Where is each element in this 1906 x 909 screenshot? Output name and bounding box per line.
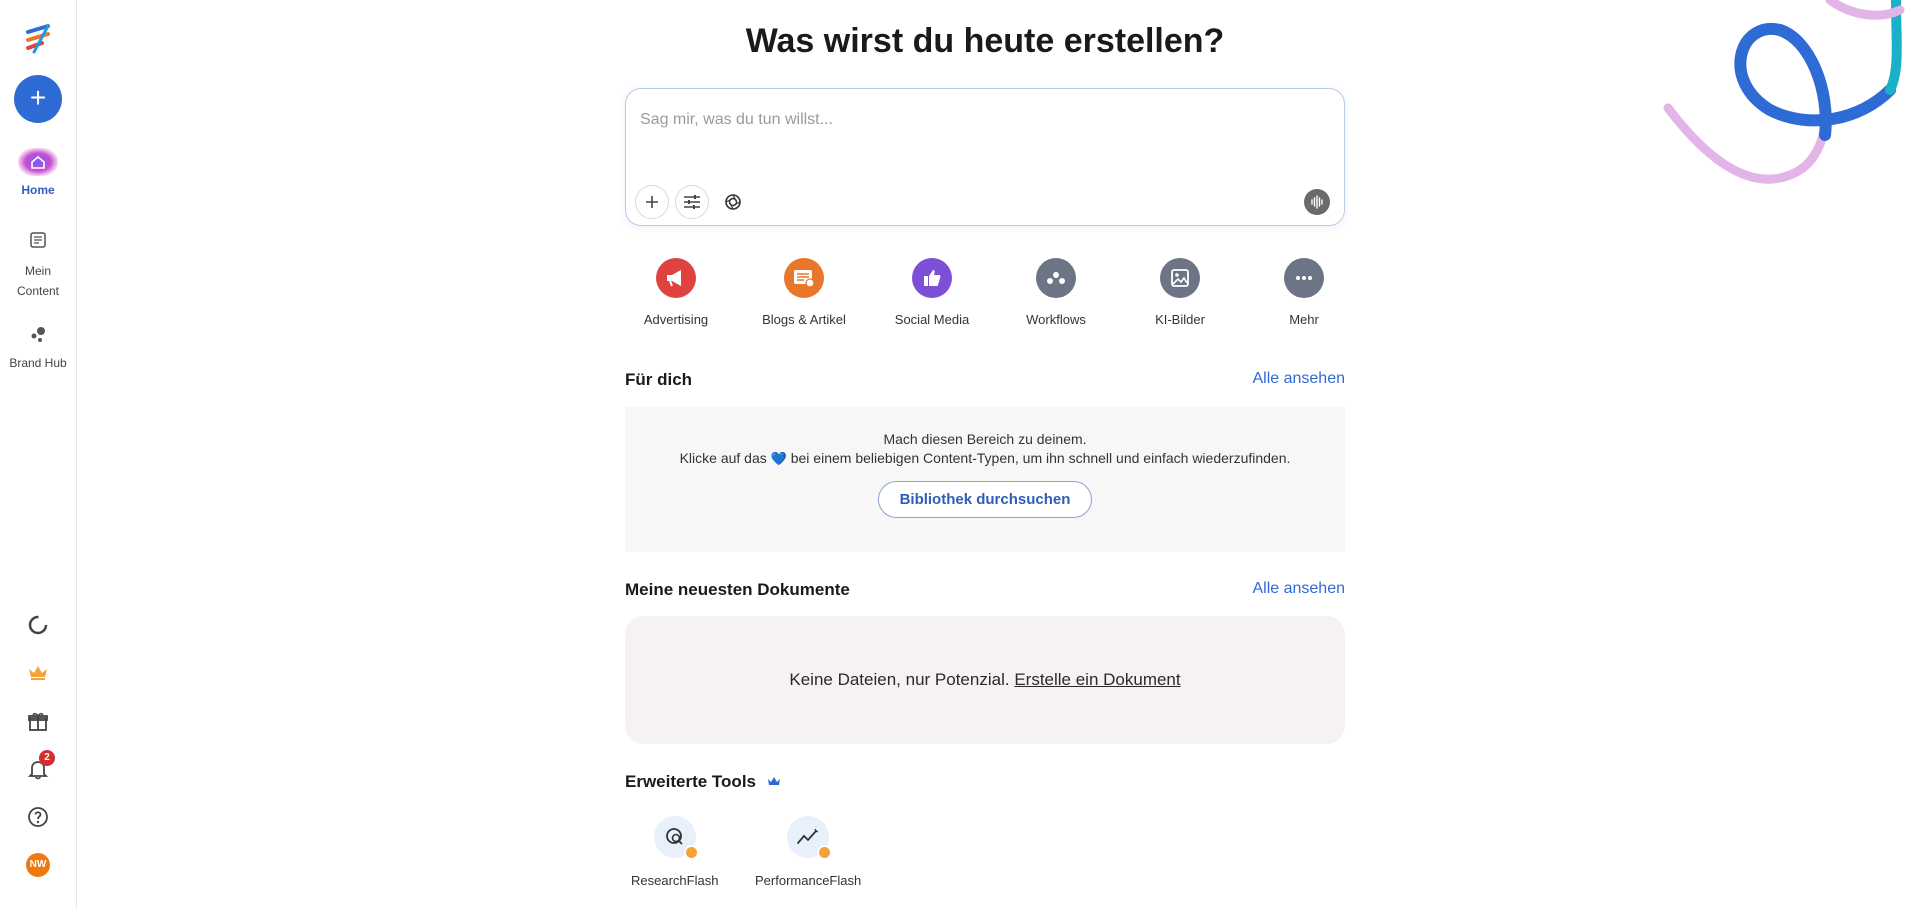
- category-shortcuts: Advertising Blogs & Artikel Social Media…: [625, 258, 1345, 338]
- sidebar-item-label: Mein Content: [16, 264, 60, 298]
- crown-icon: [767, 772, 781, 791]
- blog-icon: [784, 258, 824, 298]
- model-select-button[interactable]: [716, 185, 750, 219]
- add-attachment-button[interactable]: [635, 185, 669, 219]
- user-avatar[interactable]: NW: [0, 853, 76, 877]
- more-icon: [1284, 258, 1324, 298]
- fuer-dich-header: Für dich Alle ansehen: [625, 370, 1345, 392]
- new-button[interactable]: +: [14, 75, 62, 123]
- advanced-tools-header: Erweiterte Tools: [625, 772, 781, 792]
- fuer-dich-text-2: Klicke auf das 💙 bei einem beliebigen Co…: [679, 450, 1291, 466]
- category-ki-bilder[interactable]: KI-Bilder: [1125, 258, 1235, 327]
- workflow-icon: [1036, 258, 1076, 298]
- category-label: Social Media: [894, 312, 970, 327]
- sidebar-item-label: Home: [21, 183, 55, 197]
- category-mehr[interactable]: Mehr: [1249, 258, 1359, 327]
- prompt-box: [625, 88, 1345, 226]
- performance-icon: [787, 816, 833, 860]
- documents-header: Meine neuesten Dokumente Alle ansehen: [625, 580, 1345, 602]
- section-title: Für dich: [625, 370, 693, 389]
- settings-button[interactable]: [675, 185, 709, 219]
- category-social-media[interactable]: Social Media: [877, 258, 987, 327]
- plus-icon: [646, 196, 658, 208]
- section-title: Meine neuesten Dokumente: [625, 580, 850, 599]
- category-label: Advertising: [643, 312, 709, 327]
- sidebar-item-home[interactable]: Home: [0, 147, 76, 197]
- content-icon: [18, 225, 58, 255]
- tool-performanceflash[interactable]: PerformanceFlash: [755, 816, 861, 888]
- sliders-icon: [684, 195, 700, 209]
- category-workflows[interactable]: Workflows: [1001, 258, 1111, 327]
- sidebar-item-brand-hub[interactable]: Brand Hub: [0, 320, 76, 370]
- category-blogs[interactable]: Blogs & Artikel: [749, 258, 859, 327]
- usage-icon[interactable]: [0, 614, 76, 636]
- voice-input-button[interactable]: [1304, 189, 1330, 215]
- gift-icon[interactable]: [0, 710, 76, 732]
- voice-icon: [1311, 195, 1323, 209]
- ai-model-icon: [725, 194, 741, 210]
- tool-label: PerformanceFlash: [755, 873, 862, 888]
- tool-label: ResearchFlash: [631, 873, 719, 888]
- heart-icon: 💙: [770, 451, 787, 466]
- tool-researchflash[interactable]: ResearchFlash: [631, 816, 718, 888]
- empty-state-text: Keine Dateien, nur Potenzial.: [789, 670, 1010, 689]
- sidebar-item-label: Brand Hub: [9, 356, 67, 370]
- fuer-dich-see-all-link[interactable]: Alle ansehen: [1252, 370, 1345, 388]
- help-icon[interactable]: [0, 806, 76, 828]
- prompt-input[interactable]: [640, 111, 1330, 129]
- page-title: Was wirst du heute erstellen?: [745, 22, 1225, 60]
- category-label: Workflows: [1026, 312, 1086, 327]
- brand-hub-icon: [18, 320, 58, 350]
- sidebar-item-mein-content[interactable]: Mein Content: [0, 225, 76, 301]
- create-document-link[interactable]: Erstelle ein Dokument: [1014, 670, 1180, 689]
- home-icon: [18, 148, 58, 176]
- category-label: Blogs & Artikel: [762, 312, 846, 327]
- premium-badge-icon: [683, 845, 699, 860]
- category-label: KI-Bilder: [1155, 312, 1205, 327]
- documents-empty-state: Keine Dateien, nur Potenzial. Erstelle e…: [625, 616, 1345, 744]
- sidebar: + Home Mein Content Brand Hub 2 NW: [0, 0, 77, 909]
- category-label: Mehr: [1289, 312, 1319, 327]
- notification-badge: 2: [39, 750, 55, 766]
- category-advertising[interactable]: Advertising: [621, 258, 731, 327]
- section-title: Erweiterte Tools: [625, 772, 756, 791]
- avatar: NW: [26, 853, 50, 877]
- megaphone-icon: [656, 258, 696, 298]
- crown-icon[interactable]: [0, 663, 76, 681]
- decorative-swirl: [1660, 0, 1906, 200]
- notifications-button[interactable]: 2: [0, 750, 76, 785]
- image-icon: [1160, 258, 1200, 298]
- browse-library-button[interactable]: Bibliothek durchsuchen: [877, 481, 1093, 518]
- documents-see-all-link[interactable]: Alle ansehen: [1252, 580, 1345, 598]
- thumbs-up-icon: [912, 258, 952, 298]
- app-logo-icon[interactable]: [22, 22, 54, 54]
- premium-badge-icon: [817, 845, 833, 860]
- fuer-dich-text-1: Mach diesen Bereich zu deinem.: [883, 431, 1087, 447]
- fuer-dich-panel: Mach diesen Bereich zu deinem. Klicke au…: [625, 407, 1345, 552]
- research-icon: [653, 816, 699, 860]
